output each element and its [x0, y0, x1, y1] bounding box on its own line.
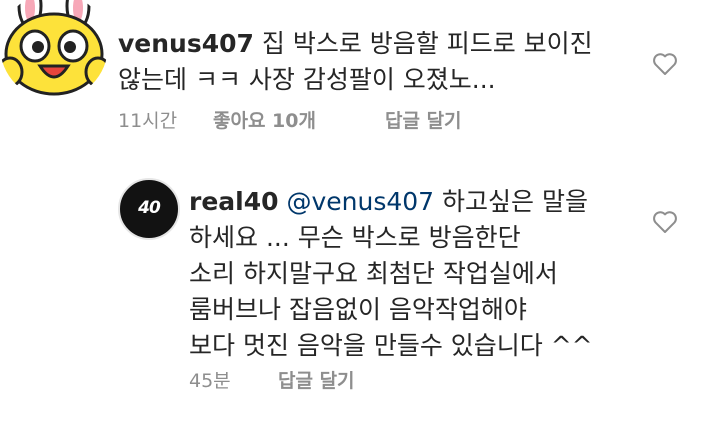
heart-outline-icon[interactable]	[652, 210, 678, 234]
bunny-cartoon-icon	[0, 0, 108, 100]
avatar[interactable]: 40	[118, 178, 180, 240]
comment-body-line: 않는데 ㅋㅋ 사장 감성팔이 오졌노...	[118, 65, 496, 94]
avatar[interactable]	[0, 0, 108, 100]
real40-logo-text: 40	[138, 198, 161, 218]
comment-body-line: 소리 하지말구요 최첨단 작업실에서	[189, 259, 558, 288]
reply-button[interactable]: 답글 달기	[278, 366, 355, 393]
comment-time: 45분	[189, 370, 231, 392]
mention-link[interactable]: @venus407	[286, 187, 434, 216]
comment-body-line: 보다 멋진 음악을 만들수 있습니다 ^^	[189, 331, 593, 360]
comment-body-line: 하고싶은 말을	[442, 187, 588, 216]
comment-body-line: 룸버브나 잡음없이 음악작업해야	[189, 295, 527, 324]
comment-username[interactable]: venus407	[118, 29, 254, 58]
comment-body-line: 집 박스로 방음할 피드로 보이진	[261, 29, 593, 58]
heart-outline-icon[interactable]	[652, 52, 678, 76]
comment-username[interactable]: real40	[189, 187, 279, 216]
comment-time: 11시간	[118, 110, 178, 132]
comment-text: venus407 집 박스로 방음할 피드로 보이진 않는데 ㅋㅋ 사장 감성팔…	[118, 26, 593, 98]
comment-body-line: 하세요 ... 무슨 박스로 방음한단	[189, 223, 521, 252]
comment-text: real40 @venus407 하고싶은 말을 하세요 ... 무슨 박스로 …	[189, 184, 593, 364]
likes-count-link[interactable]: 좋아요 10개	[213, 106, 385, 133]
reply-button[interactable]: 답글 달기	[385, 106, 462, 133]
comment-meta: 45분 답글 달기	[189, 366, 355, 393]
comment-meta: 11시간 좋아요 10개 답글 달기	[118, 106, 462, 133]
